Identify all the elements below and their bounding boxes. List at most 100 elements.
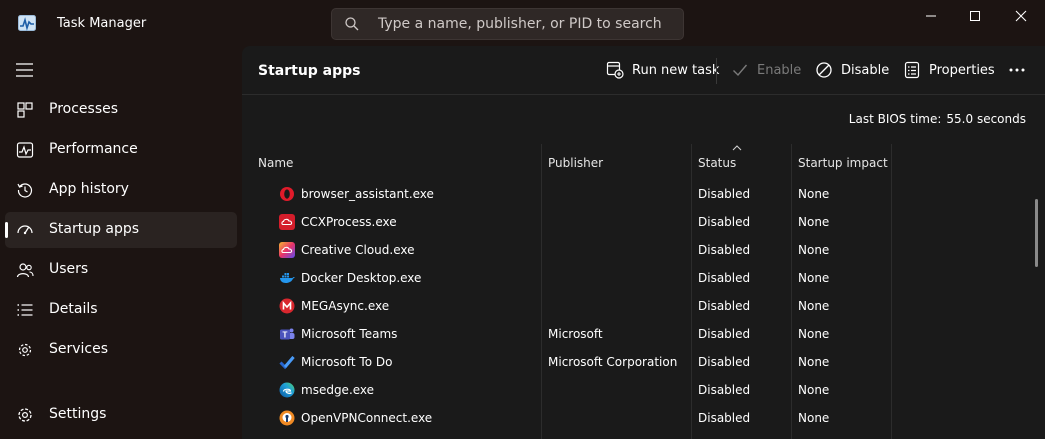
svg-text:T: T bbox=[283, 330, 288, 339]
app-name: MEGAsync.exe bbox=[301, 299, 390, 313]
disable-label: Disable bbox=[841, 62, 890, 78]
table-row[interactable]: MEGAsync.exe Disabled None bbox=[242, 292, 1032, 320]
more-options-icon bbox=[1009, 68, 1025, 72]
processes-icon bbox=[17, 102, 33, 118]
app-name: browser_assistant.exe bbox=[301, 187, 434, 201]
creative-cloud-icon bbox=[279, 242, 295, 258]
column-header-name[interactable]: Name bbox=[258, 156, 293, 170]
sidebar-item-app-history[interactable]: App history bbox=[5, 172, 237, 208]
status: Disabled bbox=[698, 187, 751, 201]
enable-button[interactable]: Enable bbox=[731, 58, 801, 82]
sidebar-item-processes[interactable]: Processes bbox=[5, 92, 237, 128]
bios-time: Last BIOS time: 55.0 seconds bbox=[849, 112, 1026, 126]
sidebar-item-users[interactable]: Users bbox=[5, 252, 237, 288]
run-new-task-icon bbox=[606, 61, 624, 79]
status: Disabled bbox=[698, 215, 751, 229]
status: Disabled bbox=[698, 383, 751, 397]
startup-impact: None bbox=[798, 383, 830, 397]
sidebar-item-label: Processes bbox=[49, 101, 119, 117]
sidebar-item-performance[interactable]: Performance bbox=[5, 132, 237, 168]
teams-icon: T bbox=[280, 328, 295, 340]
app-name: msedge.exe bbox=[301, 383, 375, 397]
column-header-startup-impact[interactable]: Startup impact bbox=[798, 156, 888, 170]
sidebar-item-startup-apps[interactable]: Startup apps bbox=[5, 212, 237, 248]
status: Disabled bbox=[698, 299, 751, 313]
disable-button[interactable]: Disable bbox=[815, 58, 889, 82]
maximize-icon bbox=[970, 11, 980, 21]
sidebar-item-settings[interactable]: Settings bbox=[5, 397, 237, 433]
sidebar-item-label: App history bbox=[49, 181, 129, 197]
status: Disabled bbox=[698, 327, 751, 341]
users-icon bbox=[16, 263, 34, 278]
adobe-creative-cloud-icon bbox=[279, 214, 295, 230]
properties-label: Properties bbox=[929, 62, 995, 78]
task-manager-icon bbox=[18, 15, 36, 31]
title-bar: Task Manager Type a name, publisher, or … bbox=[0, 0, 1045, 48]
column-header-status[interactable]: Status bbox=[698, 156, 736, 170]
sort-ascending-icon bbox=[732, 145, 742, 151]
gear-icon bbox=[18, 408, 32, 422]
mega-icon bbox=[279, 298, 295, 314]
close-icon bbox=[1015, 10, 1027, 22]
startup-impact: None bbox=[798, 243, 830, 257]
checkmark-icon bbox=[733, 64, 748, 77]
table-row[interactable]: T Microsoft Teams Microsoft Disabled Non… bbox=[242, 320, 1032, 348]
search-input[interactable]: Type a name, publisher, or PID to search bbox=[331, 8, 684, 40]
sidebar-item-label: Settings bbox=[49, 406, 107, 422]
app-name: Creative Cloud.exe bbox=[301, 243, 415, 257]
todo-icon bbox=[279, 356, 295, 370]
startup-impact: None bbox=[798, 327, 830, 341]
search-icon bbox=[345, 17, 359, 31]
app-name: Microsoft To Do bbox=[301, 355, 393, 369]
table-row[interactable]: browser_assistant.exe Disabled None bbox=[242, 180, 1032, 208]
app-name: Microsoft Teams bbox=[301, 327, 398, 341]
table-row[interactable]: Creative Cloud.exe Disabled None bbox=[242, 236, 1032, 264]
bios-time-value: 55.0 seconds bbox=[946, 112, 1026, 126]
startup-apps-icon bbox=[17, 225, 33, 235]
hamburger-menu-icon[interactable] bbox=[14, 60, 36, 80]
startup-impact: None bbox=[798, 355, 830, 369]
app-name: Docker Desktop.exe bbox=[301, 271, 422, 285]
status: Disabled bbox=[698, 355, 751, 369]
table-row[interactable]: msedge.exe Disabled None bbox=[242, 376, 1032, 404]
opera-icon bbox=[280, 187, 294, 201]
toolbar-separator bbox=[716, 58, 717, 84]
main-panel: Startup apps Run new task Enable Disable bbox=[242, 46, 1045, 439]
scrollbar-thumb[interactable] bbox=[1035, 199, 1038, 267]
publisher: Microsoft Corporation bbox=[548, 355, 678, 369]
sidebar-item-details[interactable]: Details bbox=[5, 292, 237, 328]
close-button[interactable] bbox=[998, 0, 1044, 32]
services-icon bbox=[18, 343, 32, 357]
table-row[interactable]: CCXProcess.exe Disabled None bbox=[242, 208, 1032, 236]
properties-icon bbox=[904, 61, 920, 79]
run-new-task-label: Run new task bbox=[632, 62, 720, 78]
edge-icon bbox=[279, 382, 295, 398]
app-name: OpenVPNConnect.exe bbox=[301, 411, 433, 425]
maximize-button[interactable] bbox=[952, 0, 998, 32]
performance-icon bbox=[16, 142, 34, 158]
status: Disabled bbox=[698, 271, 751, 285]
properties-button[interactable]: Properties bbox=[903, 58, 995, 82]
enable-label: Enable bbox=[757, 62, 802, 78]
minimize-button[interactable] bbox=[908, 0, 954, 32]
more-options-button[interactable] bbox=[1008, 58, 1026, 82]
column-header-publisher[interactable]: Publisher bbox=[548, 156, 603, 170]
app-name: CCXProcess.exe bbox=[301, 215, 397, 229]
bios-time-label: Last BIOS time: bbox=[848, 112, 942, 126]
sidebar-item-label: Details bbox=[49, 301, 98, 317]
sidebar-item-label: Startup apps bbox=[49, 221, 140, 237]
run-new-task-button[interactable]: Run new task bbox=[606, 58, 719, 82]
publisher: Microsoft bbox=[548, 327, 603, 341]
table-row[interactable]: Docker Desktop.exe Disabled None bbox=[242, 264, 1032, 292]
app-history-icon bbox=[17, 183, 33, 198]
sidebar-item-services[interactable]: Services bbox=[5, 332, 237, 368]
disable-icon bbox=[816, 62, 832, 78]
table-row[interactable]: OpenVPNConnect.exe Disabled None bbox=[242, 404, 1032, 432]
startup-impact: None bbox=[798, 411, 830, 425]
details-icon bbox=[17, 304, 33, 316]
app-title: Task Manager bbox=[57, 16, 147, 31]
startup-impact: None bbox=[798, 187, 830, 201]
openvpn-icon bbox=[279, 410, 295, 426]
table-row[interactable]: Microsoft To Do Microsoft Corporation Di… bbox=[242, 348, 1032, 376]
minimize-icon bbox=[926, 15, 936, 17]
